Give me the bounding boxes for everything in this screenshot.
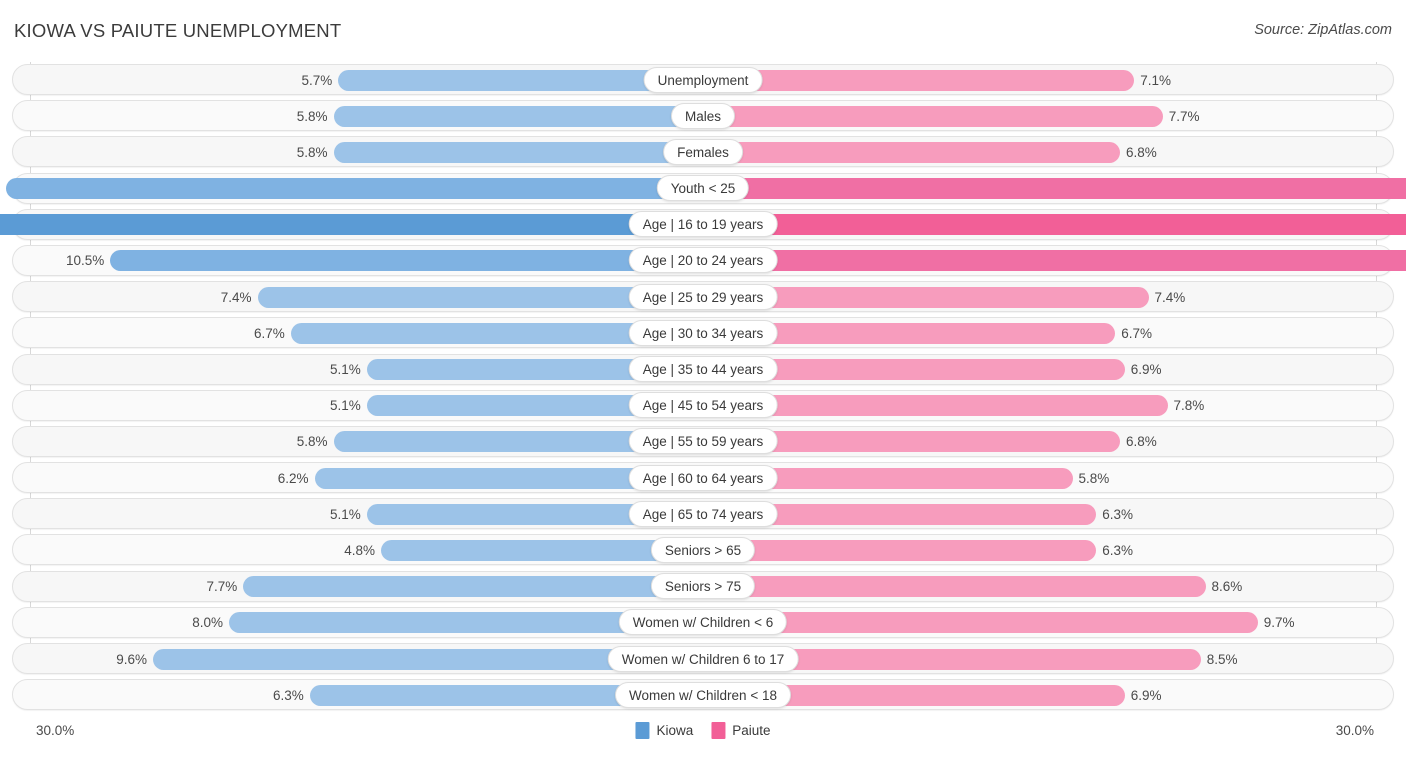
category-label: Age | 30 to 34 years (628, 319, 778, 346)
category-label: Age | 45 to 54 years (628, 392, 778, 419)
bar-paiute (703, 69, 1135, 91)
bar-paiute (703, 250, 1406, 272)
axis-label-left: 30.0% (36, 723, 75, 738)
value-label-kiowa: 7.7% (206, 579, 238, 595)
chart-row: 8.0% 9.7% Women w/ Children < 6 (0, 605, 1406, 641)
category-label: Youth < 25 (656, 175, 750, 202)
bar-kiowa (333, 105, 703, 127)
bar-kiowa (333, 141, 703, 163)
bar-kiowa (5, 178, 703, 200)
chart-rows: 5.7% 7.1% Unemployment 5.8% 7.7% Males 5.8% 6.8… (0, 62, 1406, 713)
bar-paiute (703, 105, 1163, 127)
value-label-kiowa: 5.7% (301, 72, 333, 88)
value-label-paiute: 6.9% (1130, 362, 1162, 377)
source-attribution: Source: ZipAtlas.com (1254, 22, 1392, 38)
value-label-kiowa: 5.1% (329, 398, 361, 414)
value-label-kiowa: 5.8% (296, 108, 328, 124)
chart-row: 7.4% 7.4% Age | 25 to 29 years (0, 279, 1406, 315)
chart-row: 5.8% 7.7% Males (0, 98, 1406, 134)
chart-row: 6.7% 6.7% Age | 30 to 34 years (0, 315, 1406, 351)
value-label-paiute: 5.8% (1078, 470, 1110, 486)
category-label: Women w/ Children < 6 (618, 609, 788, 636)
category-label: Women w/ Children 6 to 17 (607, 645, 799, 672)
legend-label: Kiowa (656, 723, 694, 738)
value-label-paiute: 6.3% (1102, 542, 1134, 558)
chart-footer: 30.0% 30.0% Kiowa Paiute (0, 713, 1406, 757)
category-label: Age | 20 to 24 years (628, 247, 778, 274)
category-label: Age | 60 to 64 years (628, 464, 778, 491)
bar-paiute (703, 576, 1206, 598)
legend-swatch-icon (711, 722, 726, 739)
category-label: Males (670, 102, 736, 129)
chart-row: 4.8% 6.3% Seniors > 65 (0, 532, 1406, 568)
value-label-kiowa: 5.8% (296, 144, 328, 160)
chart-row: 6.3% 6.9% Women w/ Children < 18 (0, 677, 1406, 713)
value-label-paiute: 24.4% (0, 215, 691, 234)
value-label-paiute: 6.8% (1126, 434, 1157, 450)
page-title: KIOWA VS PAIUTE UNEMPLOYMENT (14, 20, 342, 41)
value-label-paiute: 6.3% (1102, 506, 1134, 522)
value-label-kiowa: 5.8% (296, 434, 328, 450)
value-label-paiute: 7.8% (1173, 398, 1205, 414)
bar-paiute (703, 214, 1406, 236)
bar-paiute (703, 141, 1120, 163)
category-label: Seniors > 65 (650, 536, 756, 563)
value-label-kiowa: 4.8% (344, 542, 375, 558)
bar-paiute (703, 539, 1097, 561)
chart-row: 9.6% 8.5% Women w/ Children 6 to 17 (0, 641, 1406, 677)
chart-row: 10.5%14.3%Age | 20 to 24 years (0, 243, 1406, 279)
value-label-kiowa: 9.6% (116, 651, 147, 667)
value-label-kiowa: 6.3% (272, 687, 304, 703)
value-label-paiute: 9.7% (1263, 615, 1295, 631)
chart-plot-area: 5.7% 7.1% Unemployment 5.8% 7.7% Males 5.8% 6.8… (0, 62, 1406, 717)
category-label: Age | 65 to 74 years (628, 500, 778, 527)
chart-row: 6.2% 5.8% Age | 60 to 64 years (0, 460, 1406, 496)
category-label: Age | 35 to 44 years (628, 356, 778, 382)
value-label-kiowa: 5.1% (329, 362, 361, 377)
chart-legend: Kiowa Paiute (635, 722, 771, 739)
value-label-paiute: 8.6% (1211, 579, 1243, 595)
value-label-paiute: 8.5% (1206, 651, 1238, 667)
value-label-paiute: 6.8% (1126, 144, 1157, 160)
bar-paiute (703, 178, 1406, 200)
chart-page: KIOWA VS PAIUTE UNEMPLOYMENT Source: Zip… (0, 0, 1406, 757)
value-label-paiute: 6.9% (1130, 687, 1162, 703)
category-label: Unemployment (643, 66, 763, 93)
chart-row: 5.1% 6.9% Age | 35 to 44 years (0, 352, 1406, 388)
chart-header: KIOWA VS PAIUTE UNEMPLOYMENT Source: Zip… (0, 0, 1406, 60)
value-label-kiowa: 8.0% (192, 615, 223, 631)
legend-label: Paiute (732, 723, 771, 738)
category-label: Seniors > 75 (650, 573, 756, 600)
legend-item[interactable]: Kiowa (635, 722, 693, 739)
value-label-kiowa: 6.7% (253, 325, 285, 341)
axis-label-right: 30.0% (1335, 723, 1374, 738)
category-label: Females (663, 138, 743, 165)
category-label: Age | 16 to 19 years (628, 211, 778, 238)
chart-row: 5.7% 7.1% Unemployment (0, 62, 1406, 98)
value-label-kiowa: 5.1% (329, 506, 361, 522)
bar-kiowa (110, 250, 703, 272)
value-label-paiute: 7.4% (1154, 289, 1186, 305)
value-label-paiute: 7.1% (1140, 72, 1172, 88)
chart-row: 12.7%17.6%Youth < 25 (0, 171, 1406, 207)
category-label: Age | 55 to 59 years (628, 428, 778, 455)
legend-swatch-icon (635, 722, 650, 739)
value-label-paiute: 7.7% (1168, 108, 1200, 124)
chart-row: 5.1% 6.3% Age | 65 to 74 years (0, 496, 1406, 532)
category-label: Women w/ Children < 18 (615, 681, 791, 708)
value-label-paiute: 6.7% (1121, 325, 1153, 341)
value-label-kiowa: 10.5% (65, 253, 105, 269)
chart-row: 5.8% 6.8% Age | 55 to 59 years (0, 424, 1406, 460)
value-label-kiowa: 6.2% (277, 470, 309, 486)
chart-row: 7.7% 8.6% Seniors > 75 (0, 569, 1406, 605)
chart-row: 5.8% 6.8% Females (0, 134, 1406, 170)
legend-item[interactable]: Paiute (711, 722, 771, 739)
category-label: Age | 25 to 29 years (628, 283, 778, 310)
chart-row: 5.1% 7.8% Age | 45 to 54 years (0, 388, 1406, 424)
chart-row: 25.2%24.4%Age | 16 to 19 years (0, 207, 1406, 243)
value-label-kiowa: 7.4% (220, 289, 252, 305)
bar-kiowa (243, 576, 703, 598)
